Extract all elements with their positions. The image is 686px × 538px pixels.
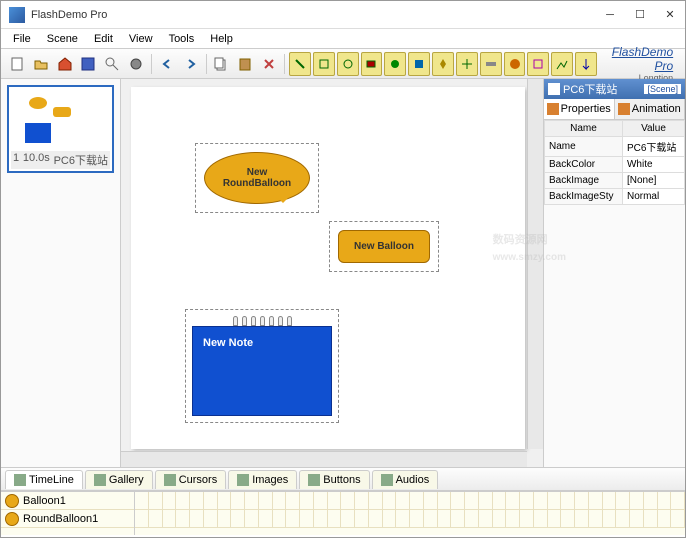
- undo-button[interactable]: [156, 52, 178, 76]
- find-button[interactable]: [101, 52, 123, 76]
- minimize-button[interactable]: ─: [603, 8, 617, 22]
- scene-name: PC6下载站: [563, 81, 617, 97]
- animation-icon: [618, 103, 630, 115]
- properties-panel: PC6下载站 [Scene] Properties Animation Name…: [543, 79, 685, 467]
- buttons-icon: [308, 474, 320, 486]
- gallery-icon: [94, 474, 106, 486]
- images-icon: [237, 474, 249, 486]
- prop-key: Name: [545, 137, 623, 157]
- tab-timeline[interactable]: TimeLine: [5, 470, 83, 489]
- thumb-name: PC6下载站: [54, 152, 108, 168]
- shape-8-button[interactable]: [456, 52, 478, 76]
- shape-1-button[interactable]: [289, 52, 311, 76]
- thumb-num: 1: [13, 152, 19, 168]
- app-icon: [9, 7, 25, 23]
- shape-2-button[interactable]: [313, 52, 335, 76]
- menu-scene[interactable]: Scene: [39, 31, 86, 47]
- tab-properties[interactable]: Properties: [544, 99, 615, 119]
- timeline-icon: [14, 474, 26, 486]
- thumbnail-panel: 1 10.0s PC6下载站: [1, 79, 121, 467]
- bottom-tabs: TimeLine Gallery Cursors Images Buttons …: [1, 467, 685, 491]
- shape-9-button[interactable]: [480, 52, 502, 76]
- note-object[interactable]: New Note: [185, 309, 339, 423]
- tab-cursors[interactable]: Cursors: [155, 470, 227, 489]
- shape-7-button[interactable]: [432, 52, 454, 76]
- shape-4-button[interactable]: [361, 52, 383, 76]
- open-button[interactable]: [30, 52, 52, 76]
- save-button[interactable]: [78, 52, 100, 76]
- prop-val[interactable]: White: [622, 157, 684, 173]
- timeline-grid[interactable]: [135, 492, 685, 535]
- canvas[interactable]: New RoundBalloon New Balloon New Note: [131, 87, 525, 449]
- panel-header: PC6下载站 [Scene]: [544, 79, 685, 99]
- menu-tools[interactable]: Tools: [161, 31, 203, 47]
- menu-file[interactable]: File: [5, 31, 39, 47]
- scene-icon: [548, 83, 560, 95]
- balloon-object[interactable]: New Balloon: [329, 221, 439, 272]
- roundballoon-object[interactable]: New RoundBalloon: [195, 143, 319, 213]
- balloon-icon: [5, 494, 19, 508]
- delete-button[interactable]: [258, 52, 280, 76]
- shape-12-button[interactable]: [551, 52, 573, 76]
- new-button[interactable]: [6, 52, 28, 76]
- thumb-time: 10.0s: [23, 152, 50, 168]
- cursors-icon: [164, 474, 176, 486]
- prop-key: BackImageSty: [545, 189, 623, 205]
- menubar: File Scene Edit View Tools Help: [1, 29, 685, 49]
- tab-buttons[interactable]: Buttons: [299, 470, 369, 489]
- canvas-area: New RoundBalloon New Balloon New Note: [121, 79, 543, 467]
- prop-key: BackImage: [545, 173, 623, 189]
- prop-val[interactable]: Normal: [622, 189, 684, 205]
- menu-help[interactable]: Help: [202, 31, 241, 47]
- timeline: Balloon1 RoundBalloon1: [1, 491, 685, 535]
- shape-3-button[interactable]: [337, 52, 359, 76]
- shape-13-button[interactable]: [575, 52, 597, 76]
- timeline-row[interactable]: Balloon1: [1, 492, 134, 510]
- redo-button[interactable]: [180, 52, 202, 76]
- shape-11-button[interactable]: [527, 52, 549, 76]
- workspace: 1 10.0s PC6下载站 New RoundBalloon New Ball…: [1, 79, 685, 467]
- titlebar: FlashDemo Pro ─ ☐ ✕: [1, 1, 685, 29]
- window-title: FlashDemo Pro: [31, 9, 603, 21]
- paste-button[interactable]: [234, 52, 256, 76]
- horizontal-scrollbar[interactable]: [121, 451, 527, 467]
- menu-view[interactable]: View: [121, 31, 161, 47]
- menu-edit[interactable]: Edit: [86, 31, 121, 47]
- scene-thumbnail[interactable]: 1 10.0s PC6下载站: [7, 85, 114, 173]
- prop-val[interactable]: PC6下载站: [622, 137, 684, 157]
- balloon-text: New Balloon: [338, 230, 430, 263]
- home-button[interactable]: [54, 52, 76, 76]
- copy-button[interactable]: [211, 52, 233, 76]
- prop-key: BackColor: [545, 157, 623, 173]
- note-text: New Note: [192, 326, 332, 416]
- tab-animation[interactable]: Animation: [615, 99, 686, 119]
- col-value: Value: [622, 121, 684, 137]
- balloon-icon: [5, 512, 19, 526]
- tab-audios[interactable]: Audios: [372, 470, 439, 489]
- close-button[interactable]: ✕: [663, 8, 677, 22]
- maximize-button[interactable]: ☐: [633, 8, 647, 22]
- shape-5-button[interactable]: [384, 52, 406, 76]
- properties-icon: [547, 103, 559, 115]
- shape-10-button[interactable]: [504, 52, 526, 76]
- tab-images[interactable]: Images: [228, 470, 297, 489]
- toolbar: FlashDemo Pro Longtion: [1, 49, 685, 79]
- audios-icon: [381, 474, 393, 486]
- tab-gallery[interactable]: Gallery: [85, 470, 153, 489]
- prop-val[interactable]: [None]: [622, 173, 684, 189]
- timeline-row[interactable]: RoundBalloon1: [1, 510, 134, 528]
- settings-button[interactable]: [125, 52, 147, 76]
- brand: FlashDemo Pro Longtion: [598, 45, 681, 83]
- property-grid: NameValue NamePC6下载站 BackColorWhite Back…: [544, 120, 685, 205]
- brand-main[interactable]: FlashDemo Pro: [598, 45, 673, 73]
- roundballoon-text: New RoundBalloon: [204, 152, 310, 204]
- shape-6-button[interactable]: [408, 52, 430, 76]
- col-name: Name: [545, 121, 623, 137]
- timeline-items: Balloon1 RoundBalloon1: [1, 492, 135, 535]
- scene-tag: [Scene]: [644, 84, 681, 94]
- vertical-scrollbar[interactable]: [527, 79, 543, 449]
